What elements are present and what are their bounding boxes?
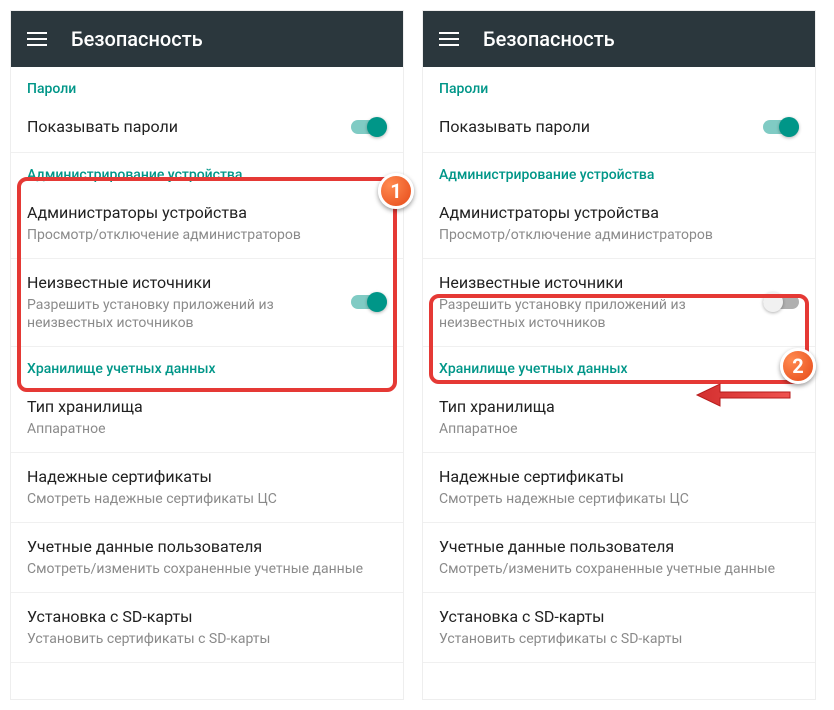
phone-left: Безопасность Пароли Показывать пароли Ад…	[10, 10, 404, 700]
appbar-title: Безопасность	[71, 27, 203, 51]
item-label: Надежные сертификаты	[439, 467, 799, 488]
item-trusted-certs[interactable]: Надежные сертификаты Смотреть надежные с…	[11, 453, 403, 523]
badge-step-2: 2	[780, 348, 816, 384]
item-device-admins[interactable]: Администраторы устройства Просмотр/отклю…	[423, 189, 815, 259]
section-admin: Администрирование устройства	[11, 153, 403, 189]
item-show-passwords[interactable]: Показывать пароли	[11, 103, 403, 153]
item-sub: Аппаратное	[27, 420, 387, 438]
arrow-icon	[695, 380, 795, 410]
item-label: Тип хранилища	[27, 397, 387, 418]
item-unknown-sources[interactable]: Неизвестные источники Разрешить установк…	[11, 259, 403, 347]
item-sub: Аппаратное	[439, 420, 799, 438]
item-trusted-certs[interactable]: Надежные сертификаты Смотреть надежные с…	[423, 453, 815, 523]
item-user-creds[interactable]: Учетные данные пользователя Смотреть/изм…	[11, 523, 403, 593]
item-sub: Смотреть надежные сертификаты ЦС	[439, 490, 799, 508]
appbar: Безопасность	[11, 11, 403, 67]
item-sub: Установить сертификаты с SD-карты	[27, 630, 387, 648]
item-sd-install[interactable]: Установка с SD-карты Установить сертифик…	[11, 593, 403, 663]
item-label: Учетные данные пользователя	[27, 537, 387, 558]
badge-step-1: 1	[378, 173, 414, 209]
section-credentials: Хранилище учетных данных	[11, 347, 403, 383]
item-sub: Разрешить установку приложений из неизве…	[439, 296, 751, 332]
item-sub: Установить сертификаты с SD-карты	[439, 630, 799, 648]
item-unknown-sources[interactable]: Неизвестные источники Разрешить установк…	[423, 259, 815, 347]
item-sub: Смотреть/изменить сохраненные учетные да…	[439, 560, 799, 578]
item-sd-install[interactable]: Установка с SD-карты Установить сертифик…	[423, 593, 815, 663]
switch-unknown-sources[interactable]	[763, 292, 799, 312]
item-sub: Просмотр/отключение администраторов	[27, 226, 387, 244]
switch-show-passwords[interactable]	[763, 117, 799, 137]
switch-show-passwords[interactable]	[351, 117, 387, 137]
item-label: Учетные данные пользователя	[439, 537, 799, 558]
item-user-creds[interactable]: Учетные данные пользователя Смотреть/изм…	[423, 523, 815, 593]
switch-unknown-sources[interactable]	[351, 292, 387, 312]
menu-icon[interactable]	[439, 32, 459, 46]
item-sub: Смотреть/изменить сохраненные учетные да…	[27, 560, 387, 578]
item-label: Установка с SD-карты	[27, 607, 387, 628]
section-passwords: Пароли	[423, 67, 815, 103]
menu-icon[interactable]	[27, 32, 47, 46]
section-passwords: Пароли	[11, 67, 403, 103]
appbar-title: Безопасность	[483, 27, 615, 51]
item-sub: Смотреть надежные сертификаты ЦС	[27, 490, 387, 508]
appbar: Безопасность	[423, 11, 815, 67]
item-label: Администраторы устройства	[439, 203, 799, 224]
item-label: Установка с SD-карты	[439, 607, 799, 628]
item-label: Надежные сертификаты	[27, 467, 387, 488]
item-sub: Просмотр/отключение администраторов	[439, 226, 799, 244]
phone-right: Безопасность Пароли Показывать пароли Ад…	[422, 10, 816, 700]
item-sub: Разрешить установку приложений из неизве…	[27, 296, 339, 332]
item-label: Неизвестные источники	[27, 273, 339, 294]
item-label: Показывать пароли	[27, 117, 339, 138]
section-credentials: Хранилище учетных данных	[423, 347, 815, 383]
item-show-passwords[interactable]: Показывать пароли	[423, 103, 815, 153]
item-label: Администраторы устройства	[27, 203, 387, 224]
section-admin: Администрирование устройства	[423, 153, 815, 189]
item-label: Неизвестные источники	[439, 273, 751, 294]
item-label: Показывать пароли	[439, 117, 751, 138]
item-storage-type[interactable]: Тип хранилища Аппаратное	[11, 383, 403, 453]
item-device-admins[interactable]: Администраторы устройства Просмотр/отклю…	[11, 189, 403, 259]
